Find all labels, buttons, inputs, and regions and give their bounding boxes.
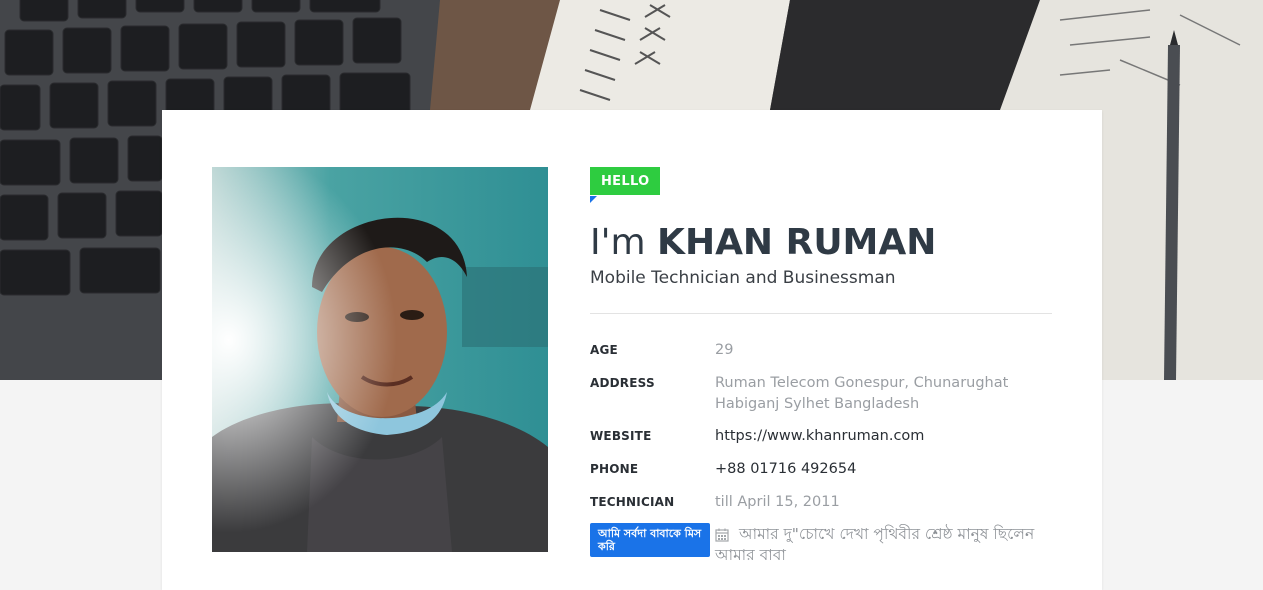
name-prefix: I'm <box>590 222 646 263</box>
hello-label: HELLO <box>590 167 661 195</box>
divider <box>590 313 1052 314</box>
phone-value: +88 01716 492654 <box>715 461 857 477</box>
technician-value: till April 15, 2011 <box>715 494 840 510</box>
father-quote: আমার দু"চোখে দেখা পৃথিবীর শ্রেষ্ঠ মানুষ … <box>715 525 1035 564</box>
address-label: ADDRESS <box>590 376 655 390</box>
phone-label: PHONE <box>590 462 639 476</box>
name-text: KHAN RUMAN <box>657 222 937 263</box>
address-value: Ruman Telecom Gonespur, Chunarughat Habi… <box>715 375 1009 412</box>
profile-name: I'm KHAN RUMAN <box>590 222 936 263</box>
profile-photo <box>212 167 548 552</box>
hello-label-tail <box>590 196 597 203</box>
job-title: Mobile Technician and Businessman <box>590 268 896 288</box>
website-label: WEBSITE <box>590 429 652 443</box>
website-link[interactable]: https://www.khanruman.com <box>715 426 924 447</box>
age-label: AGE <box>590 343 618 357</box>
profile-card: HELLO I'm KHAN RUMAN Mobile Technician a… <box>162 110 1102 590</box>
technician-label: TECHNICIAN <box>590 495 675 509</box>
miss-father-badge: আমি সর্বদা বাবাকে মিস করি <box>590 523 710 557</box>
age-value: 29 <box>715 342 734 358</box>
